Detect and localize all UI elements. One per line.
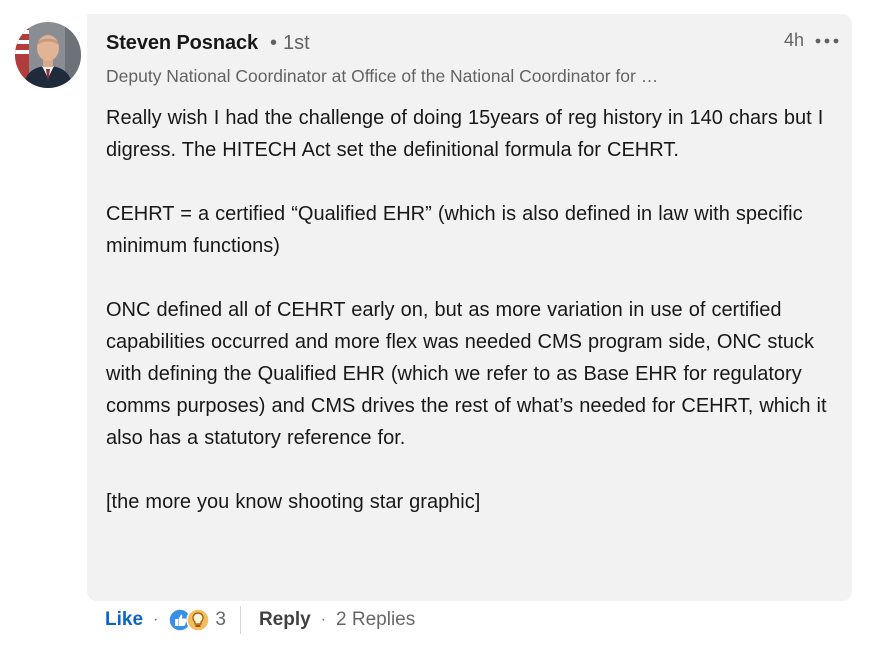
comment-paragraph: [the more you know shooting star graphic… — [106, 491, 481, 513]
comment-time: 4h — [784, 30, 805, 50]
replies-link[interactable]: 2 Replies — [336, 609, 415, 631]
reply-button[interactable]: Reply — [259, 609, 311, 631]
reactions-summary[interactable]: 3 — [168, 608, 226, 632]
author-headline: Deputy National Coordinator at Office of… — [106, 66, 659, 86]
insightful-reaction-icon — [186, 608, 211, 632]
like-button[interactable]: Like — [105, 609, 143, 631]
author-avatar[interactable] — [15, 22, 81, 88]
comment-bubble: Steven Posnack • 1st Deputy National Coo… — [87, 14, 852, 601]
comment-paragraph: ONC defined all of CEHRT early on, but a… — [106, 299, 827, 449]
comment: Steven Posnack • 1st Deputy National Coo… — [0, 0, 874, 646]
comment-body: Really wish I had the challenge of doing… — [106, 102, 836, 518]
connection-degree: 1st — [283, 32, 310, 54]
avatar-photo-icon — [15, 22, 81, 88]
dot-separator: · — [320, 611, 327, 628]
comment-actions: Like · 3 Reply · 2 Replies — [105, 605, 415, 635]
author-name[interactable]: Steven Posnack — [106, 32, 258, 55]
actions-divider — [239, 606, 241, 634]
reaction-count: 3 — [215, 609, 226, 630]
comment-paragraph: CEHRT = a certified “Qualified EHR” (whi… — [106, 203, 803, 257]
more-options-icon[interactable] — [814, 34, 840, 48]
dot-separator: · — [153, 611, 159, 628]
degree-separator: • — [270, 32, 278, 54]
comment-paragraph: Really wish I had the challenge of doing… — [106, 107, 824, 161]
author-row: Steven Posnack • 1st — [106, 32, 310, 55]
